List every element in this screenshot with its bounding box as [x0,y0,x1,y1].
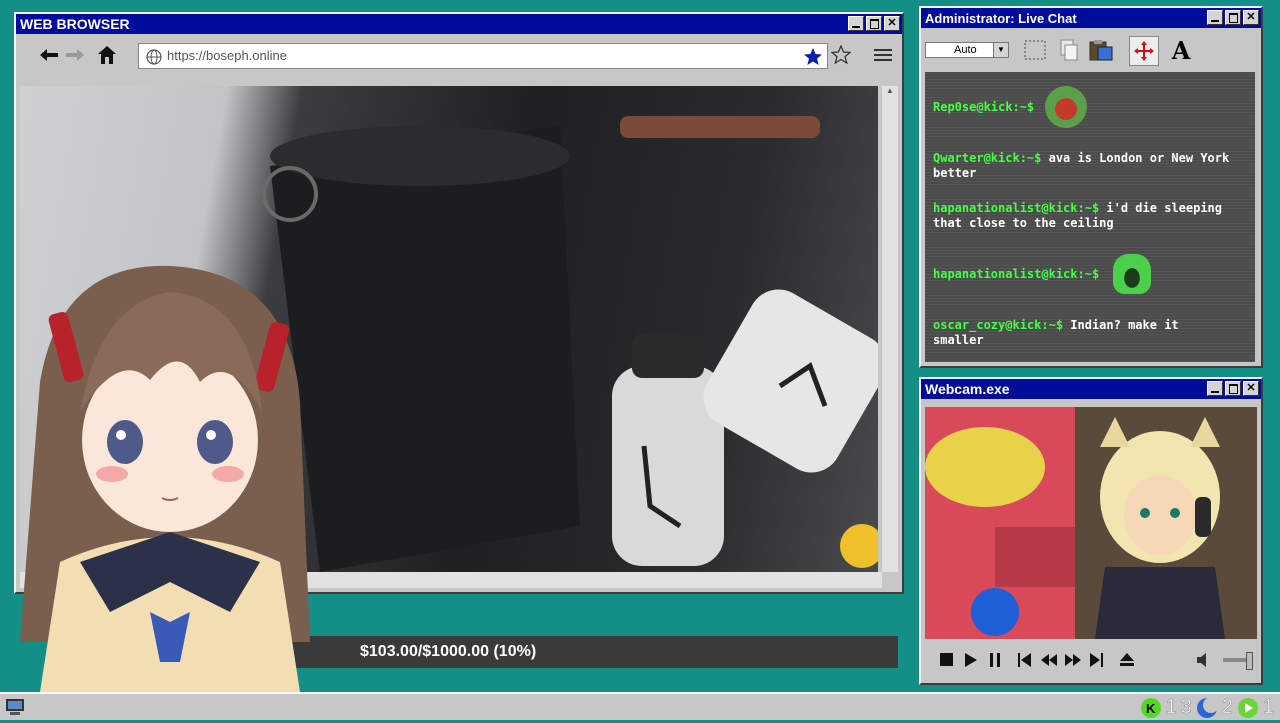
vertical-scrollbar[interactable]: ▲ [882,86,898,572]
menu-button[interactable] [872,44,894,66]
move-tool-button[interactable] [1129,36,1159,66]
play-circle-icon[interactable] [1237,697,1259,719]
paste-tool-button[interactable] [1087,36,1115,64]
speaker-icon [1197,653,1206,667]
text-tool-button[interactable]: A [1167,35,1195,65]
chat-username: Rep0se@kick:~$ [933,100,1035,114]
pause-button[interactable] [983,648,1007,672]
chat-username: hapanationalist@kick:~$ [933,201,1100,215]
close-button[interactable]: ✕ [1243,10,1259,25]
chat-username: oscar_cozy@kick:~$ [933,318,1064,332]
move-arrows-icon [1134,41,1154,61]
webcam-anime-character-image [925,407,1257,639]
skip-forward-icon [1090,653,1103,667]
fast-forward-button[interactable] [1061,648,1085,672]
font-select-value: Auto [954,44,977,56]
close-button[interactable]: ✕ [1243,381,1259,396]
next-button[interactable] [1085,648,1109,672]
play-icon [965,653,977,667]
home-icon [98,46,116,64]
close-button[interactable]: ✕ [884,16,900,31]
skip-back-icon [1018,653,1031,667]
stop-button[interactable] [935,648,959,672]
chat-window: Administrator: Live Chat ✕ Auto ▼ A Rep0… [919,6,1263,368]
scroll-up-icon[interactable]: ▲ [882,86,898,95]
tray-count: 1 [1262,696,1275,719]
chat-messages[interactable]: Rep0se@kick:~$ Qwarter@kick:~$ ava is Lo… [925,72,1255,362]
arrow-right-icon [66,49,84,61]
webcam-window: Webcam.exe ✕ [919,377,1263,685]
url-text: https://boseph.online [167,48,287,63]
chat-message: hapanationalist@kick:~$ i'd die sleeping… [933,201,1233,231]
globe-icon [146,49,162,65]
rewind-icon [1041,654,1057,666]
eject-button[interactable] [1115,648,1139,672]
volume-handle[interactable] [1246,652,1253,670]
svg-text:K: K [1146,701,1156,716]
donation-goal-bar: $103.00/$1000.00 (10%) [276,636,898,668]
chat-toolbar: Auto ▼ A [921,28,1261,72]
webcam-title: Webcam.exe [925,381,1010,397]
font-select[interactable]: Auto ▼ [925,42,1009,58]
minimize-button[interactable] [1207,381,1223,396]
tray-count: 3 [1180,696,1192,719]
maximize-button[interactable] [1225,381,1241,396]
hamburger-icon [874,49,892,61]
star-outline-icon [831,45,851,65]
donation-goal-text: $103.00/$1000.00 (10%) [360,643,537,660]
maximize-button[interactable] [866,16,882,31]
chat-message: hapanationalist@kick:~$ [933,267,1233,282]
play-button[interactable] [959,648,983,672]
pepe-emote-icon [1045,86,1087,128]
previous-button[interactable] [1013,648,1037,672]
chat-message: oscar_cozy@kick:~$ Indian? make it small… [933,318,1233,348]
rewind-button[interactable] [1037,648,1061,672]
dashed-select-icon [1024,40,1046,60]
volume-button[interactable] [1193,648,1217,672]
letter-a-icon: A [1171,35,1191,65]
back-button[interactable] [38,44,60,66]
home-button[interactable] [96,44,118,66]
star-filled-icon[interactable] [803,47,823,67]
copy-tool-button[interactable] [1055,36,1083,64]
media-controls [925,645,1257,675]
tray-count: 2 [1221,696,1233,719]
chat-username: Qwarter@kick:~$ [933,151,1042,165]
taskbar: K 1 3 2 1 [0,692,1280,720]
pause-icon [990,653,1000,667]
webcam-titlebar[interactable]: Webcam.exe ✕ [921,379,1261,399]
start-button[interactable] [4,696,26,718]
chat-username: hapanationalist@kick:~$ [933,267,1100,281]
moon-icon[interactable] [1196,696,1218,719]
copy-icon [1060,39,1078,61]
chat-title: Administrator: Live Chat [925,11,1077,26]
minimize-button[interactable] [848,16,864,31]
maximize-button[interactable] [1225,10,1241,25]
webcam-feed[interactable] [925,407,1257,639]
system-tray: K 1 3 2 1 [1140,696,1275,719]
stop-icon [940,653,953,666]
eject-icon [1120,653,1134,666]
clipboard-icon [1089,40,1113,61]
kick-logo-icon[interactable]: K [1140,697,1162,719]
chat-message: Qwarter@kick:~$ ava is London or New Yor… [933,151,1233,181]
chevron-down-icon: ▼ [993,43,1008,57]
address-bar[interactable]: https://boseph.online [138,43,828,69]
anime-girl-avatar-image [20,265,310,692]
fast-forward-icon [1065,654,1081,666]
minimize-button[interactable] [1207,10,1223,25]
vtuber-avatar [0,262,320,692]
chat-titlebar[interactable]: Administrator: Live Chat ✕ [921,8,1261,28]
computer-icon [6,699,24,715]
green-scream-emote-icon [1113,254,1151,294]
browser-titlebar[interactable]: WEB BROWSER ✕ [16,14,902,34]
forward-button[interactable] [64,44,86,66]
bookmark-button[interactable] [830,44,852,66]
tray-count: 1 [1165,696,1177,719]
select-tool-button[interactable] [1021,36,1049,64]
browser-toolbar: https://boseph.online [16,34,902,76]
browser-title: WEB BROWSER [20,16,130,32]
volume-slider[interactable] [1223,652,1253,670]
arrow-left-icon [40,49,58,61]
